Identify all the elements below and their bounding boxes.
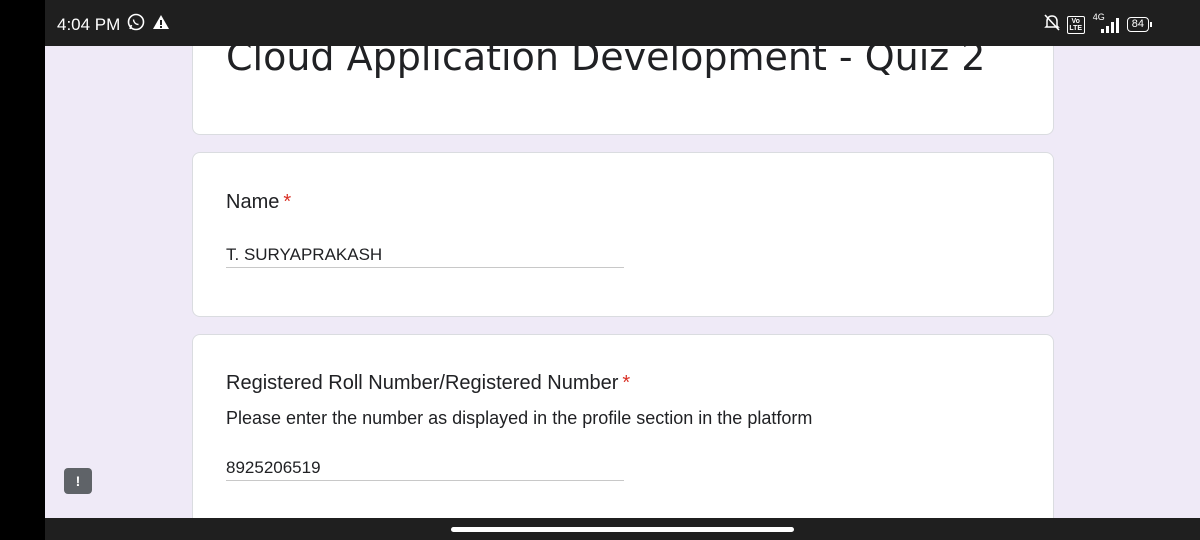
form-page: Cloud Application Development - Quiz 2 N… [45,46,1200,518]
signal-icon: 4G [1091,12,1121,34]
answer-underline [226,267,624,268]
exclamation-icon[interactable]: ! [64,468,92,494]
question-label-name: Name * [226,191,291,214]
question-label-text: Name [226,191,280,213]
warning-icon [152,13,170,36]
home-gesture-handle[interactable] [451,527,794,532]
status-left: 4:04 PM [57,12,170,37]
navigation-bar [45,518,1200,540]
roll-number-answer-field[interactable]: 8925206519 [226,458,624,482]
question-label-roll-number: Registered Roll Number/Registered Number… [226,372,630,395]
name-answer-field[interactable]: T. SURYAPRAKASH [226,245,624,269]
question-card-roll-number: Registered Roll Number/Registered Number… [192,334,1054,518]
question-help-text: Please enter the number as displayed in … [226,408,813,428]
volte-icon: Vo LTE [1066,15,1085,34]
status-right: Vo LTE 4G 84 [1043,12,1152,37]
mute-icon [1043,12,1061,37]
battery-level: 84 [1126,17,1149,32]
whatsapp-icon [126,12,146,37]
battery-icon: 84 [1126,17,1152,32]
question-card-name: Name * T. SURYAPRAKASH [192,152,1054,317]
form-title: Cloud Application Development - Quiz 2 [226,46,986,79]
required-asterisk: * [283,191,292,213]
status-time: 4:04 PM [57,14,121,34]
status-bar: 4:04 PM Vo LTE 4G 84 [45,0,1200,46]
form-header-card: Cloud Application Development - Quiz 2 [192,46,1054,135]
required-asterisk: * [622,372,631,394]
question-label-text: Registered Roll Number/Registered Number [226,372,619,394]
left-bezel [0,0,45,540]
answer-underline [226,480,624,481]
